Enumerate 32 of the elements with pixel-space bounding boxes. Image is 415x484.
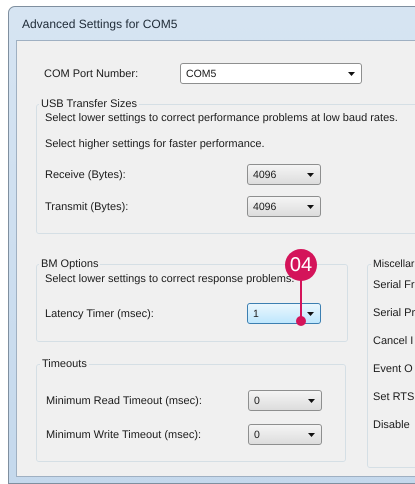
caret-icon [308, 398, 315, 402]
field-label: COM Port Number: [44, 68, 140, 80]
caret-icon [307, 204, 314, 208]
dropdown[interactable]: COM5 [180, 63, 362, 84]
option-label: Cancel I [373, 334, 414, 348]
dropdown[interactable]: 4096 [247, 164, 321, 185]
dropdown[interactable]: 0 [248, 424, 322, 445]
field-label: Transmit (Bytes): [45, 200, 130, 212]
option-label: Set RTS [373, 390, 414, 404]
group-label: USB Transfer Sizes [40, 98, 138, 110]
window-title: Advanced Settings for COM5 [22, 16, 178, 30]
caret-icon [348, 72, 355, 76]
description-text: Select higher settings for faster performance. [45, 138, 266, 150]
option-label: Disable [373, 418, 410, 432]
group-label: Timeouts [41, 358, 88, 370]
group-label: BM Options [40, 258, 100, 270]
option-label: Serial Fr [373, 278, 415, 292]
caret-icon [308, 432, 315, 436]
dropdown[interactable]: 4096 [247, 196, 321, 217]
field-label: Minimum Read Timeout (msec): [46, 394, 203, 406]
option-label: Serial Pr [373, 306, 415, 320]
caret-icon [307, 312, 314, 316]
caret-icon [307, 172, 314, 176]
field-label: Minimum Write Timeout (msec): [46, 428, 202, 440]
field-label: Latency Timer (msec): [45, 308, 155, 320]
field-label: Receive (Bytes): [45, 168, 127, 180]
description-text: Select lower settings to correct performance problems at low baud rates. [45, 112, 399, 124]
option-label: Event O [373, 362, 413, 376]
group-label: Miscellar [372, 258, 415, 270]
dropdown[interactable]: 1 [247, 303, 321, 324]
leader-line [296, 280, 306, 327]
dropdown[interactable]: 0 [248, 390, 322, 411]
